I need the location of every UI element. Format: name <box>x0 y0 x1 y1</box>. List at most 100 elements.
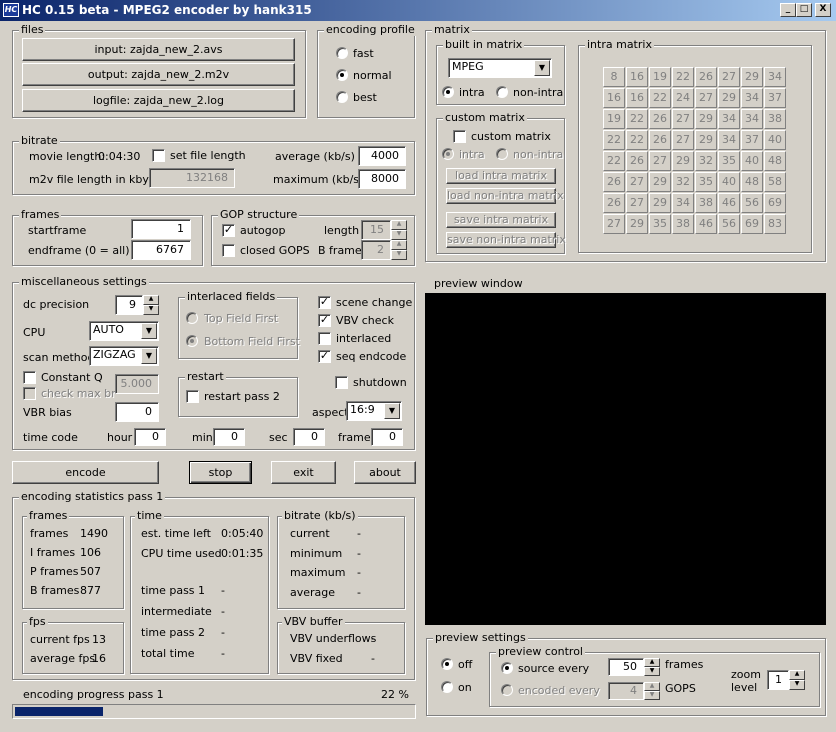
load-nonintra-button[interactable]: load non-intra matrix <box>446 188 564 204</box>
startframe-input[interactable]: 1 <box>131 219 191 239</box>
exit-button[interactable]: exit <box>271 461 336 484</box>
matrix-cell[interactable]: 22 <box>649 88 671 108</box>
matrix-cell[interactable]: 58 <box>764 172 786 192</box>
matrix-cell[interactable]: 38 <box>764 109 786 129</box>
hour-input[interactable]: 0 <box>134 428 166 446</box>
input-file-button[interactable]: input: zajda_new_2.avs <box>22 38 295 61</box>
matrix-cell[interactable]: 26 <box>695 67 717 87</box>
close-button[interactable]: X <box>815 3 831 17</box>
encoded-every-radio[interactable] <box>501 684 513 696</box>
profile-best-radio[interactable] <box>336 91 348 103</box>
custom-nonintra-radio[interactable] <box>496 148 508 160</box>
encode-button[interactable]: encode <box>12 461 159 484</box>
source-every-spinner[interactable]: ▲ ▼ <box>644 658 660 676</box>
zoom-level-spinner[interactable]: ▲ ▼ <box>789 670 805 690</box>
matrix-cell[interactable]: 34 <box>764 67 786 87</box>
matrix-cell[interactable]: 22 <box>603 151 625 171</box>
matrix-cell[interactable]: 26 <box>603 172 625 192</box>
matrix-cell[interactable]: 69 <box>764 193 786 213</box>
matrix-cell[interactable]: 29 <box>626 214 648 234</box>
endframe-input[interactable]: 6767 <box>131 240 191 260</box>
source-every-radio[interactable] <box>501 662 513 674</box>
maximize-button[interactable]: □ <box>796 3 812 17</box>
about-button[interactable]: about <box>354 461 416 484</box>
matrix-cell[interactable]: 19 <box>649 67 671 87</box>
matrix-cell[interactable]: 27 <box>603 214 625 234</box>
interlaced-checkbox[interactable] <box>318 332 331 345</box>
matrix-cell[interactable]: 38 <box>672 214 694 234</box>
gop-length-input[interactable]: 15 <box>361 220 391 240</box>
profile-normal-radio[interactable] <box>336 69 348 81</box>
sec-input[interactable]: 0 <box>293 428 325 446</box>
matrix-cell[interactable]: 29 <box>695 109 717 129</box>
matrix-cell[interactable]: 35 <box>718 151 740 171</box>
matrix-cell[interactable]: 29 <box>672 151 694 171</box>
scene-change-checkbox[interactable]: ✓ <box>318 296 331 309</box>
custom-matrix-checkbox[interactable] <box>453 130 466 143</box>
matrix-cell[interactable]: 27 <box>695 88 717 108</box>
matrix-cell[interactable]: 48 <box>741 172 763 192</box>
matrix-cell[interactable]: 37 <box>741 130 763 150</box>
matrix-cell[interactable]: 26 <box>649 109 671 129</box>
autogop-checkbox[interactable]: ✓ <box>222 224 235 237</box>
maximum-bitrate-input[interactable]: 8000 <box>358 169 406 189</box>
gop-length-spinner[interactable]: ▲ ▼ <box>391 220 407 240</box>
matrix-cell[interactable]: 27 <box>649 151 671 171</box>
constant-q-checkbox[interactable] <box>23 371 36 384</box>
matrix-cell[interactable]: 34 <box>672 193 694 213</box>
load-intra-button[interactable]: load intra matrix <box>446 168 556 184</box>
chevron-down-icon[interactable]: ▼ <box>141 323 157 339</box>
seq-endcode-checkbox[interactable]: ✓ <box>318 350 331 363</box>
dc-precision-input[interactable]: 9 <box>115 295 143 315</box>
builtin-nonintra-radio[interactable] <box>496 86 508 98</box>
custom-intra-radio[interactable] <box>442 148 454 160</box>
matrix-cell[interactable]: 22 <box>626 130 648 150</box>
matrix-cell[interactable]: 56 <box>741 193 763 213</box>
matrix-cell[interactable]: 8 <box>603 67 625 87</box>
m2v-length-field[interactable]: 132168 <box>149 168 235 188</box>
matrix-cell[interactable]: 27 <box>718 67 740 87</box>
matrix-cell[interactable]: 29 <box>649 172 671 192</box>
matrix-cell[interactable]: 34 <box>718 130 740 150</box>
matrix-cell[interactable]: 26 <box>603 193 625 213</box>
bframes-spinner[interactable]: ▲ ▼ <box>391 240 407 260</box>
matrix-cell[interactable]: 19 <box>603 109 625 129</box>
matrix-cell[interactable]: 34 <box>741 88 763 108</box>
average-bitrate-input[interactable]: 4000 <box>358 146 406 166</box>
matrix-cell[interactable]: 35 <box>649 214 671 234</box>
minimize-button[interactable]: _ <box>780 3 796 17</box>
vbv-check-checkbox[interactable]: ✓ <box>318 314 331 327</box>
matrix-cell[interactable]: 38 <box>695 193 717 213</box>
top-field-first-radio[interactable] <box>186 312 198 324</box>
matrix-cell[interactable]: 27 <box>672 109 694 129</box>
matrix-cell[interactable]: 16 <box>626 67 648 87</box>
cpu-select[interactable]: AUTO ▼ <box>89 321 159 341</box>
output-file-button[interactable]: output: zajda_new_2.m2v <box>22 63 295 86</box>
matrix-cell[interactable]: 26 <box>649 130 671 150</box>
matrix-cell[interactable]: 37 <box>764 88 786 108</box>
min-input[interactable]: 0 <box>213 428 245 446</box>
matrix-cell[interactable]: 22 <box>603 130 625 150</box>
profile-fast-radio[interactable] <box>336 47 348 59</box>
matrix-cell[interactable]: 24 <box>672 88 694 108</box>
matrix-cell[interactable]: 48 <box>764 151 786 171</box>
matrix-cell[interactable]: 40 <box>741 151 763 171</box>
stop-button[interactable]: stop <box>189 461 252 484</box>
preview-on-radio[interactable] <box>441 681 453 693</box>
encoded-every-spinner[interactable]: ▲ ▼ <box>644 682 660 700</box>
shutdown-checkbox[interactable] <box>335 376 348 389</box>
builtin-intra-radio[interactable] <box>442 86 454 98</box>
matrix-cell[interactable]: 32 <box>672 172 694 192</box>
q-value-field[interactable]: 5.000 <box>115 374 159 394</box>
matrix-cell[interactable]: 16 <box>603 88 625 108</box>
matrix-cell[interactable]: 32 <box>695 151 717 171</box>
matrix-cell[interactable]: 34 <box>741 109 763 129</box>
matrix-cell[interactable]: 69 <box>741 214 763 234</box>
matrix-cell[interactable]: 46 <box>718 193 740 213</box>
chevron-down-icon[interactable]: ▼ <box>534 60 550 76</box>
preview-off-radio[interactable] <box>441 658 453 670</box>
save-intra-button[interactable]: save intra matrix <box>446 212 556 228</box>
matrix-cell[interactable]: 29 <box>695 130 717 150</box>
matrix-cell[interactable]: 22 <box>626 109 648 129</box>
vbr-bias-input[interactable]: 0 <box>115 402 159 422</box>
